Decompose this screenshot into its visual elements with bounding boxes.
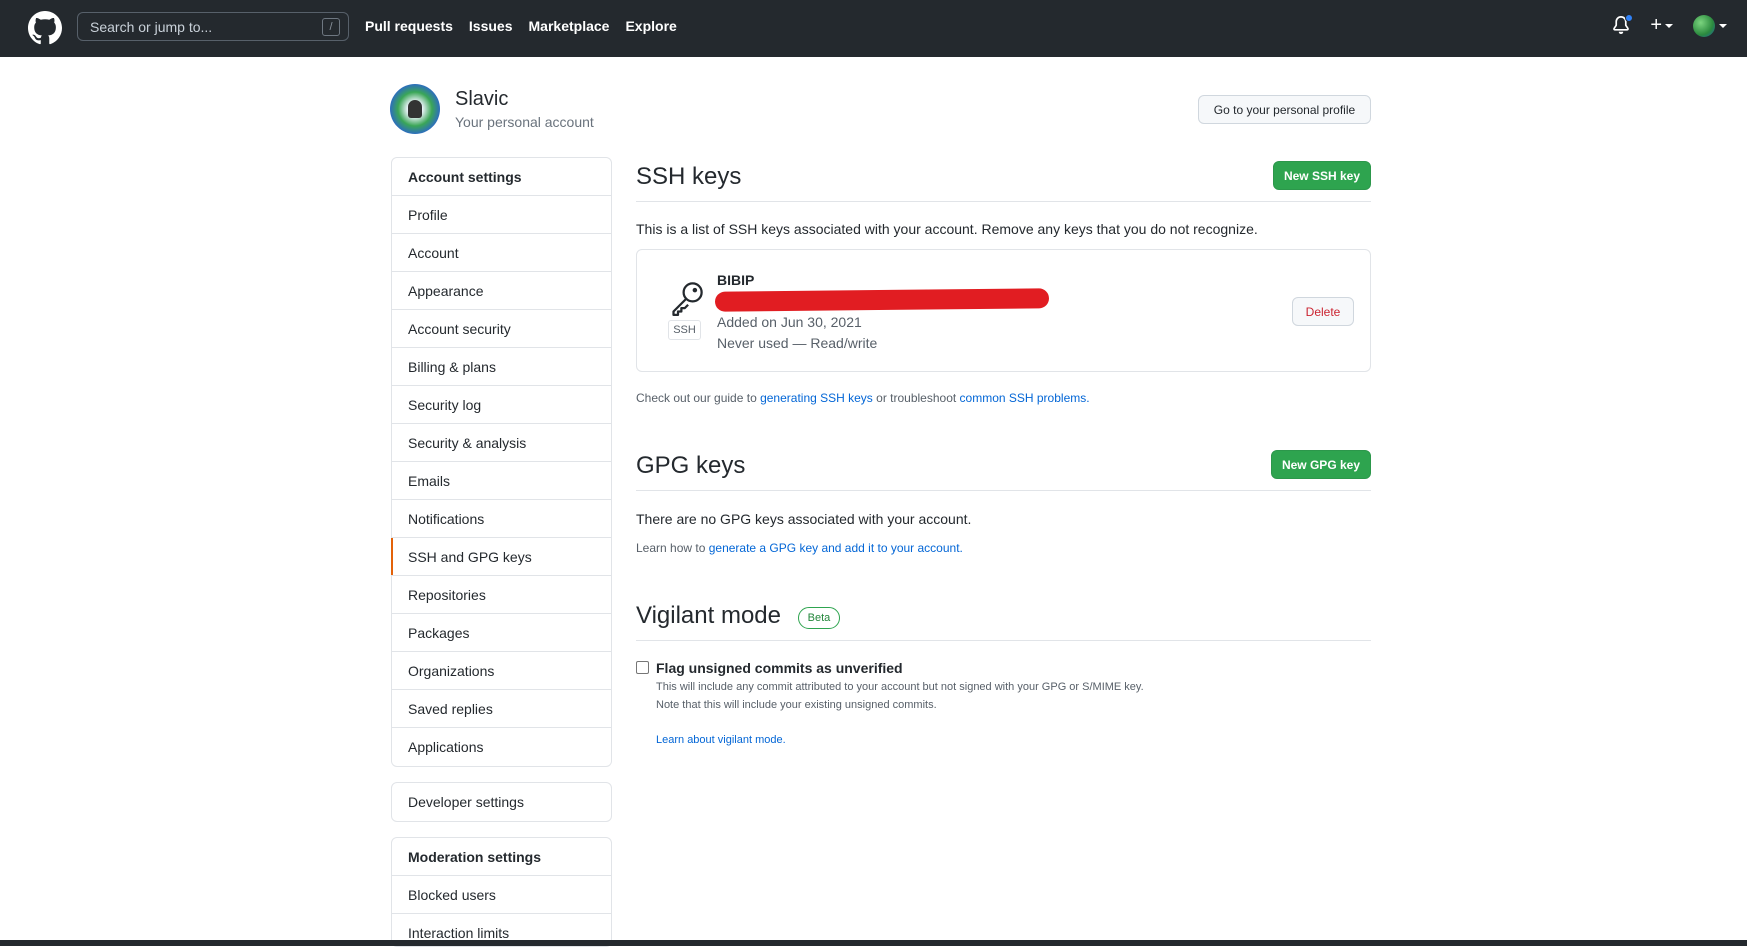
header-nav: Pull requests Issues Marketplace Explore <box>365 18 677 34</box>
vigilant-mode-title: Vigilant mode <box>636 602 781 629</box>
avatar-figure <box>408 100 422 118</box>
ssh-key-added-date: Added on Jun 30, 2021 <box>717 314 862 330</box>
divider <box>636 640 1371 641</box>
developer-settings-menu: Developer settings <box>391 782 612 822</box>
sidebar-item-account-security[interactable]: Account security <box>392 310 611 348</box>
github-logo-icon[interactable] <box>28 11 62 45</box>
gpg-learn-text: Learn how to generate a GPG key and add … <box>636 541 963 555</box>
window-bottom-edge <box>0 940 1747 946</box>
redaction-mark <box>714 288 1050 312</box>
notifications-bell-icon[interactable] <box>1612 13 1634 37</box>
flag-unsigned-commits-label[interactable]: Flag unsigned commits as unverified <box>656 660 903 676</box>
sidebar-item-applications[interactable]: Applications <box>392 728 611 766</box>
sidebar-item-repositories[interactable]: Repositories <box>392 576 611 614</box>
nav-issues[interactable]: Issues <box>469 18 513 34</box>
moderation-settings-menu: Moderation settings Blocked users Intera… <box>391 837 612 947</box>
avatar[interactable] <box>390 84 440 134</box>
key-icon <box>672 282 703 316</box>
gpg-keys-title: GPG keys <box>636 452 746 479</box>
divider <box>636 201 1371 202</box>
sidebar-item-appearance[interactable]: Appearance <box>392 272 611 310</box>
sidebar-item-saved-replies[interactable]: Saved replies <box>392 690 611 728</box>
moderation-settings-heading: Moderation settings <box>392 838 611 876</box>
ssh-guide-text: Check out our guide to generating SSH ke… <box>636 391 1090 405</box>
common-ssh-problems-link[interactable]: common SSH problems. <box>960 391 1090 405</box>
sidebar-item-developer-settings[interactable]: Developer settings <box>392 783 611 821</box>
ssh-badge: SSH <box>668 320 701 340</box>
avatar-icon <box>1693 14 1715 37</box>
gpg-learn-prefix: Learn how to <box>636 541 709 555</box>
sidebar-item-emails[interactable]: Emails <box>392 462 611 500</box>
sidebar-item-blocked-users[interactable]: Blocked users <box>392 876 611 914</box>
sidebar-item-billing[interactable]: Billing & plans <box>392 348 611 386</box>
beta-badge: Beta <box>798 607 840 629</box>
flag-unsigned-commits-checkbox[interactable] <box>636 661 649 674</box>
divider <box>636 490 1371 491</box>
gpg-keys-title-row: GPG keys <box>636 452 1371 480</box>
gpg-empty-text: There are no GPG keys associated with yo… <box>636 511 972 527</box>
vigilant-mode-title-row: Vigilant mode <box>636 602 1371 630</box>
user-name[interactable]: Slavic <box>455 88 508 111</box>
vigilant-note-line1: This will include any commit attributed … <box>656 681 1144 693</box>
sidebar-item-ssh-gpg-keys[interactable]: SSH and GPG keys <box>391 538 611 576</box>
sidebar-item-organizations[interactable]: Organizations <box>392 652 611 690</box>
search-shortcut-key: / <box>322 18 340 36</box>
sidebar-item-packages[interactable]: Packages <box>392 614 611 652</box>
generate-gpg-key-link[interactable]: generate a GPG key and add it to your ac… <box>709 541 963 555</box>
sidebar-item-notifications[interactable]: Notifications <box>392 500 611 538</box>
account-settings-heading: Account settings <box>392 158 611 196</box>
ssh-key-item: SSH BIBIP Added on Jun 30, 2021 Never us… <box>636 249 1371 372</box>
new-ssh-key-button[interactable]: New SSH key <box>1273 161 1371 190</box>
ssh-guide-middle: or troubleshoot <box>872 391 960 405</box>
notification-dot <box>1625 13 1634 22</box>
learn-vigilant-mode-link[interactable]: Learn about vigilant mode. <box>656 734 786 746</box>
new-gpg-key-button[interactable]: New GPG key <box>1271 450 1371 479</box>
create-new-menu[interactable]: + <box>1650 14 1673 37</box>
ssh-key-name: BIBIP <box>717 272 755 288</box>
user-subtitle: Your personal account <box>455 114 594 130</box>
sidebar-item-profile[interactable]: Profile <box>392 196 611 234</box>
ssh-key-usage: Never used — Read/write <box>717 335 878 351</box>
chevron-down-icon <box>1719 23 1727 28</box>
ssh-keys-title: SSH keys <box>636 163 742 190</box>
sidebar-item-security-log[interactable]: Security log <box>392 386 611 424</box>
search-input[interactable]: Search or jump to... / <box>77 12 349 41</box>
ssh-description: This is a list of SSH keys associated wi… <box>636 221 1258 237</box>
header-actions: + <box>1612 13 1727 37</box>
sidebar-item-security-analysis[interactable]: Security & analysis <box>392 424 611 462</box>
plus-icon: + <box>1650 14 1662 36</box>
nav-explore[interactable]: Explore <box>625 18 676 34</box>
go-to-profile-button[interactable]: Go to your personal profile <box>1198 95 1371 124</box>
ssh-keys-title-row: SSH keys <box>636 163 1371 191</box>
ssh-guide-prefix: Check out our guide to <box>636 391 761 405</box>
generating-ssh-keys-link[interactable]: generating SSH keys <box>760 391 873 405</box>
delete-ssh-key-button[interactable]: Delete <box>1292 297 1354 326</box>
nav-marketplace[interactable]: Marketplace <box>529 18 610 34</box>
search-placeholder: Search or jump to... <box>90 18 213 35</box>
account-settings-menu: Account settings Profile Account Appeara… <box>391 157 612 767</box>
nav-pull-requests[interactable]: Pull requests <box>365 18 453 34</box>
user-menu[interactable] <box>1693 14 1727 37</box>
sidebar-item-account[interactable]: Account <box>392 234 611 272</box>
top-header: Search or jump to... / Pull requests Iss… <box>0 0 1747 57</box>
vigilant-note-line2: Note that this will include your existin… <box>656 699 937 711</box>
chevron-down-icon <box>1665 23 1673 28</box>
